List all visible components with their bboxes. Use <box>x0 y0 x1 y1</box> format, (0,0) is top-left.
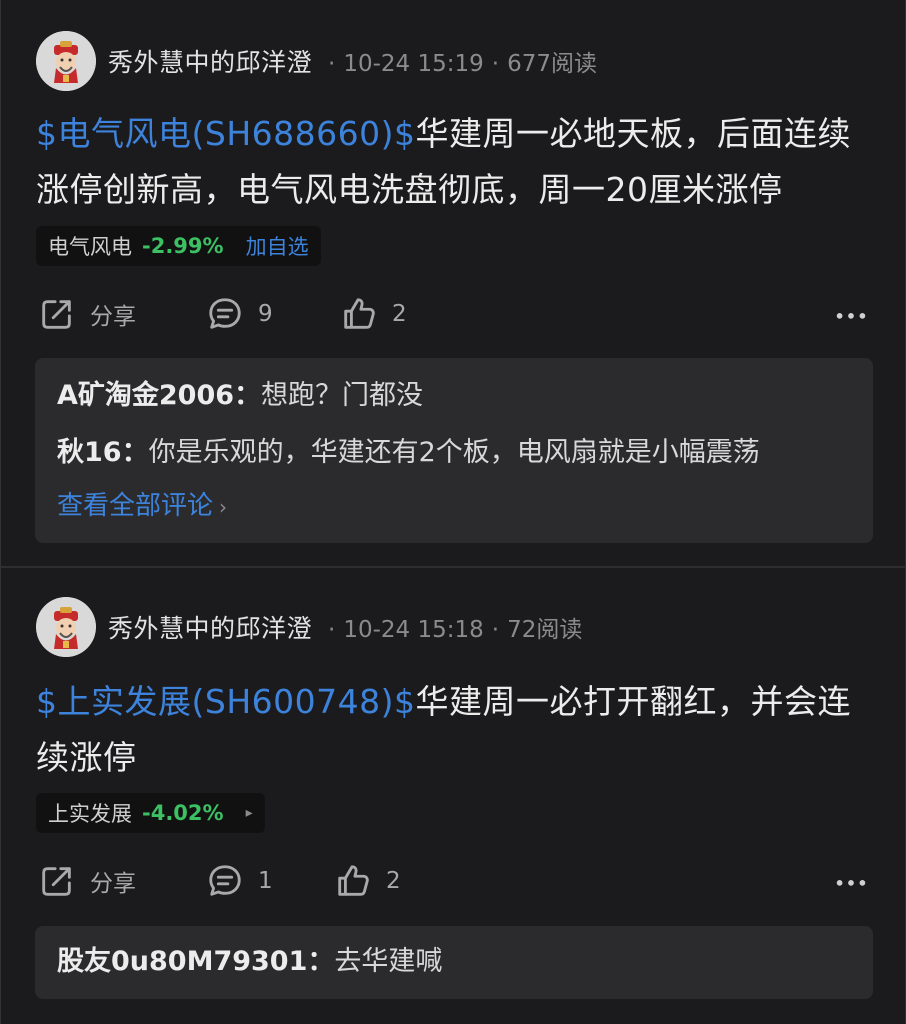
like-count: 2 <box>386 868 401 894</box>
like-button[interactable]: 2 <box>334 859 401 903</box>
post-header: 秀外慧中的邱洋澄 · 10-24 15:19 · 677阅读 <box>36 30 597 92</box>
comments-preview[interactable]: A矿淘金2006：想跑？门都没 秋16：你是乐观的，华建还有2个板，电风扇就是小… <box>35 358 873 543</box>
comment-button[interactable]: 9 <box>206 292 273 336</box>
comment-button[interactable]: 1 <box>206 859 273 903</box>
stock-link[interactable]: $电气风电(SH688660)$ <box>36 114 415 153</box>
comment-count: 1 <box>258 868 273 894</box>
more-icon <box>836 313 866 319</box>
author-name[interactable]: 秀外慧中的邱洋澄 <box>108 43 312 79</box>
view-all-comments-link[interactable]: 查看全部评论 › <box>57 488 227 525</box>
stock-link[interactable]: $上实发展(SH600748)$ <box>36 682 415 721</box>
stock-chip[interactable]: 电气风电 -2.99% 加自选 <box>36 226 321 266</box>
post-time: 10-24 15:19 <box>343 51 484 77</box>
avatar-icon <box>36 31 96 91</box>
action-bar: 分享 1 2 <box>36 859 876 903</box>
comment-text: 想跑？门都没 <box>261 380 424 411</box>
share-button[interactable]: 分享 <box>38 859 136 903</box>
post-meta: · 10-24 15:18 · 72阅读 <box>328 617 583 643</box>
post-content[interactable]: $电气风电(SH688660)$华建周一必地天板，后面连续涨停创新高，电气风电洗… <box>36 106 876 218</box>
view-all-label: 查看全部评论 <box>57 491 214 521</box>
post-views: 677阅读 <box>507 51 597 77</box>
post-card[interactable]: 秀外慧中的邱洋澄 · 10-24 15:18 · 72阅读 $上实发展(SH60074… <box>1 568 906 1024</box>
post-header: 秀外慧中的邱洋澄 · 10-24 15:18 · 72阅读 <box>36 596 582 658</box>
share-icon <box>42 867 71 896</box>
share-label: 分享 <box>90 304 136 330</box>
post-meta: · 10-24 15:19 · 677阅读 <box>328 51 597 77</box>
post-time: 10-24 15:18 <box>343 617 484 643</box>
feed-page: 秀外慧中的邱洋澄 · 10-24 15:19 · 677阅读 $电气风电(SH6886… <box>0 0 906 1024</box>
chevron-right-icon: › <box>219 495 228 519</box>
like-count: 2 <box>392 301 407 327</box>
chip-stock-name: 电气风电 <box>48 235 132 259</box>
comment-text: 去华建喊 <box>334 946 443 977</box>
like-icon <box>338 865 369 896</box>
post-card[interactable]: 秀外慧中的邱洋澄 · 10-24 15:19 · 677阅读 $电气风电(SH6886… <box>1 0 906 566</box>
more-button[interactable] <box>832 859 870 903</box>
avatar-icon <box>36 597 96 657</box>
post-content[interactable]: $上实发展(SH600748)$华建周一必打开翻红，并会连续涨停 <box>36 674 876 786</box>
comment-count: 9 <box>258 301 273 327</box>
comment-user[interactable]: A矿淘金2006： <box>57 380 261 411</box>
chip-change: -2.99% <box>142 234 224 258</box>
chip-stock-name: 上实发展 <box>48 802 132 826</box>
like-button[interactable]: 2 <box>340 292 407 336</box>
add-watchlist-button[interactable]: 加自选 <box>246 231 309 261</box>
post-views: 72阅读 <box>507 617 583 643</box>
comment-item: 秋16：你是乐观的，华建还有2个板，电风扇就是小幅震荡 <box>57 435 760 471</box>
comments-preview[interactable]: 股友0u80M79301：去华建喊 <box>35 926 873 999</box>
author-name[interactable]: 秀外慧中的邱洋澄 <box>108 609 312 645</box>
more-icon <box>836 880 866 886</box>
share-label: 分享 <box>90 871 136 897</box>
comment-icon <box>209 865 241 896</box>
comment-item: 股友0u80M79301：去华建喊 <box>57 944 442 980</box>
action-bar: 分享 9 2 <box>36 292 876 336</box>
stock-chip[interactable]: 上实发展 -4.02% ▸ <box>36 793 265 833</box>
comment-user[interactable]: 秋16： <box>57 437 149 468</box>
comment-user[interactable]: 股友0u80M79301： <box>57 946 334 977</box>
more-button[interactable] <box>832 292 870 336</box>
comment-icon <box>209 298 241 329</box>
chip-change: -4.02% <box>142 801 224 825</box>
avatar[interactable] <box>36 597 96 657</box>
share-button[interactable]: 分享 <box>38 292 136 336</box>
like-icon <box>344 298 375 329</box>
comment-text: 你是乐观的，华建还有2个板，电风扇就是小幅震荡 <box>148 437 760 468</box>
share-icon <box>42 300 71 329</box>
comment-item: A矿淘金2006：想跑？门都没 <box>57 378 423 414</box>
chip-arrow-icon: ▸ <box>245 805 253 821</box>
avatar[interactable] <box>36 31 96 91</box>
